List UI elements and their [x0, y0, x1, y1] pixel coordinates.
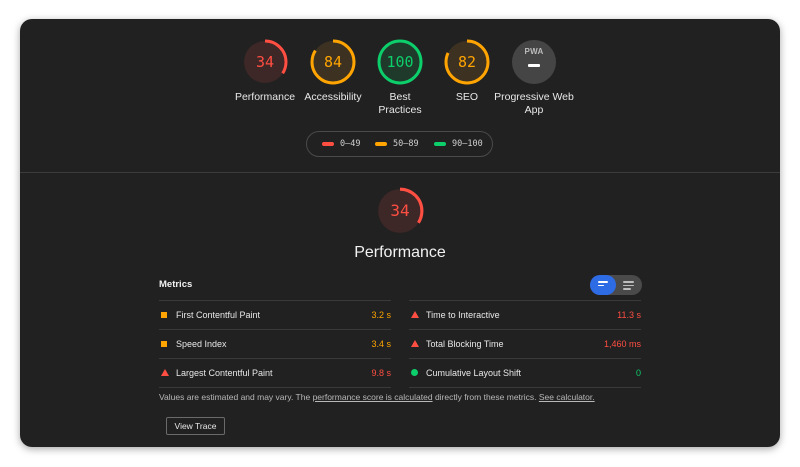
metric-name: Speed Index	[176, 339, 227, 349]
metric-row: Speed Index 3.4 s	[159, 329, 391, 358]
gauge-score: 100	[386, 53, 414, 71]
legend-range: 50–89	[393, 139, 419, 149]
note-middle: directly from these metrics.	[432, 392, 539, 402]
pwa-dash-icon	[528, 64, 540, 67]
metric-value: 1,460 ms	[603, 339, 641, 349]
gauge-score: 84	[323, 53, 343, 71]
summary-view-icon	[598, 281, 608, 288]
score-calculated-link[interactable]: performance score is calculated	[313, 392, 433, 402]
score-legend: 0–49 50–89 90–100	[306, 131, 493, 157]
metrics-column-left: First Contentful Paint 3.2 s Speed Index…	[159, 300, 391, 388]
category-gauge: 34	[375, 186, 425, 236]
pass-circle-icon	[411, 369, 418, 376]
gauge-label: Progressive Web App	[494, 91, 574, 116]
section-divider	[20, 172, 780, 173]
gauge-ring: 100	[376, 38, 424, 86]
legend-swatch-fail	[322, 141, 334, 146]
legend-pass: 90–100	[434, 132, 483, 156]
gauge-score: 34	[255, 53, 275, 71]
metric-value: 0	[635, 368, 641, 378]
average-square-icon	[161, 312, 167, 318]
metrics-disclaimer: Values are estimated and may vary. The p…	[159, 392, 595, 402]
see-calculator-link[interactable]: See calculator.	[539, 392, 595, 402]
fail-triangle-icon	[411, 340, 419, 347]
metric-name: First Contentful Paint	[176, 310, 261, 320]
gauge-score: 82	[457, 53, 477, 71]
metric-row: Largest Contentful Paint 9.8 s	[159, 358, 391, 388]
legend-average: 50–89	[375, 132, 419, 156]
metrics-column-right: Time to Interactive 11.3 s Total Blockin…	[409, 300, 641, 388]
legend-swatch-average	[375, 141, 387, 146]
metric-row: Cumulative Layout Shift 0	[409, 358, 641, 388]
view-trace-button[interactable]: View Trace	[166, 417, 225, 435]
legend-swatch-pass	[434, 141, 446, 146]
metric-row: Total Blocking Time 1,460 ms	[409, 329, 641, 358]
category-score: 34	[390, 201, 410, 220]
metric-name: Largest Contentful Paint	[176, 368, 273, 378]
metric-row: First Contentful Paint 3.2 s	[159, 300, 391, 329]
pwa-badge-icon: PWA	[512, 40, 556, 84]
gauge-ring: 84	[309, 38, 357, 86]
legend-fail: 0–49	[322, 132, 360, 156]
summary-view-button[interactable]	[590, 275, 616, 295]
fail-triangle-icon	[411, 311, 419, 318]
metric-name: Cumulative Layout Shift	[426, 368, 522, 378]
list-view-icon[interactable]	[623, 281, 634, 292]
metrics-view-toggle[interactable]	[590, 275, 642, 295]
metric-value: 3.4 s	[371, 339, 391, 349]
average-square-icon	[161, 341, 167, 347]
metric-value: 3.2 s	[371, 310, 391, 320]
metrics-header: Metrics	[159, 279, 193, 290]
pwa-badge-text: PWA	[524, 47, 544, 56]
legend-range: 0–49	[340, 139, 361, 149]
gauge-ring: 34	[241, 38, 289, 86]
legend-range: 90–100	[452, 139, 483, 149]
fail-triangle-icon	[161, 369, 169, 376]
metric-row: Time to Interactive 11.3 s	[409, 300, 641, 329]
gauge-ring: 82	[443, 38, 491, 86]
category-title: Performance	[354, 244, 446, 261]
note-prefix: Values are estimated and may vary. The	[159, 392, 313, 402]
gauge-pwa[interactable]: PWA Progressive Web App	[488, 38, 580, 117]
lighthouse-report-panel: 34 Performance 84 Accessibility 100 Best…	[20, 19, 780, 447]
metric-name: Time to Interactive	[426, 310, 500, 320]
metric-value: 11.3 s	[617, 310, 641, 320]
metric-value: 9.8 s	[371, 368, 391, 378]
metric-name: Total Blocking Time	[426, 339, 504, 349]
